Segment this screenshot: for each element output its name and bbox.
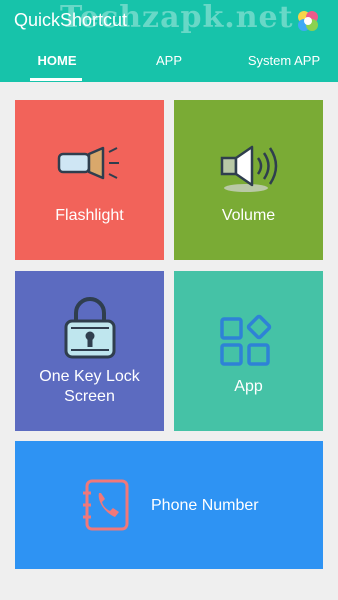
speaker-icon [220, 145, 278, 192]
app-grid-icon [220, 314, 272, 366]
flashlight-tile[interactable]: Flashlight [15, 100, 164, 260]
tab-home[interactable]: HOME [18, 44, 96, 82]
tab-bar: HOME APP System APP [0, 44, 338, 82]
volume-label: Volume [221, 207, 276, 224]
padlock-icon [64, 297, 116, 359]
flashlight-label: Flashlight [55, 207, 124, 224]
lock-label-line1: One Key Lock [39, 368, 140, 385]
lock-screen-tile[interactable]: One Key Lock Screen [15, 271, 164, 431]
volume-tile[interactable]: Volume [174, 100, 323, 260]
title-row: QuickShortcut Techzapk.net [0, 0, 338, 42]
app-tile[interactable]: App [174, 271, 323, 431]
phone-number-tile[interactable]: Phone Number [15, 441, 323, 569]
phone-number-label: Phone Number [151, 497, 259, 514]
flashlight-icon [57, 146, 119, 180]
watermark: Techzapk.net [60, 0, 294, 35]
tab-system-app[interactable]: System APP [236, 44, 332, 82]
app-label: App [234, 378, 263, 395]
lock-label-line2: Screen [64, 388, 115, 405]
phonebook-icon [83, 479, 129, 531]
app-logo-icon[interactable] [295, 8, 321, 34]
app-bar: QuickShortcut Techzapk.net HOME APP Syst… [0, 0, 338, 82]
tab-indicator [30, 78, 82, 81]
tab-app[interactable]: APP [128, 44, 210, 82]
